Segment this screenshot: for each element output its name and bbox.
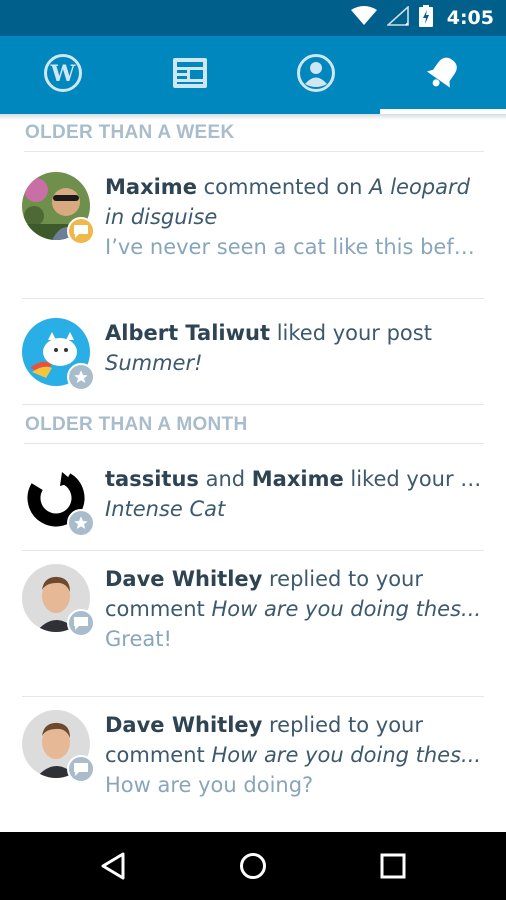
post-title: Intense Cat [105,497,226,521]
notification-item[interactable]: Albert Taliwut liked your post Summer! [22,318,484,405]
back-triangle-icon [101,852,125,880]
status-time: 4:05 [446,7,494,29]
section-header: OLDER THAN A WEEK [24,114,484,152]
actor-name: Dave Whitley [105,713,263,737]
reader-icon [172,57,208,93]
star-badge-icon [67,363,95,391]
comment-snippet: How are you doing? [105,773,314,797]
me-icon [296,53,336,97]
cell-signal-icon [385,5,409,30]
tab-reader[interactable] [127,36,254,114]
star-badge-icon [67,509,95,537]
notification-item[interactable]: Maxime commented on A leopard in disguis… [22,172,485,299]
comment-snippet: Great! [105,627,172,651]
comment-badge-icon [67,609,95,637]
post-title: Summer! [105,351,203,375]
status-bar: 4:05 [0,0,506,36]
comment-badge-icon [67,755,95,783]
notification-item[interactable]: Dave Whitley replied to your comment How… [22,564,484,697]
wordpress-icon: W [43,53,83,97]
actor-name: Dave Whitley [105,567,263,591]
notifications-bell-icon [423,53,463,97]
notifications-list[interactable]: OLDER THAN A WEEK Maxime commented on A … [0,114,506,832]
recents-button[interactable] [377,850,409,882]
notification-text: Dave Whitley replied to your comment How… [105,710,485,800]
home-button[interactable] [237,850,269,882]
comment-title: How are you doing thes... [211,597,482,621]
comment-title: How are you doing thes... [211,743,482,767]
notification-text: tassitus and Maxime liked your post Inte… [105,467,485,521]
notification-text: Albert Taliwut liked your post Summer! [105,321,432,375]
tab-me[interactable] [253,36,380,114]
home-circle-icon [240,853,266,879]
system-nav-bar [0,832,506,900]
battery-charging-icon [418,5,433,31]
notification-item[interactable]: Dave Whitley replied to your comment How… [22,710,484,832]
recents-square-icon [380,853,406,879]
actor-name: Maxime [251,467,344,491]
tab-notifications[interactable] [379,36,506,114]
section-header: OLDER THAN A MONTH [24,406,484,444]
comment-snippet: I’ve never seen a cat like this before! [105,235,485,259]
main-tab-bar: W [0,36,506,114]
notification-text: Maxime commented on A leopard in disguis… [105,172,485,262]
back-button[interactable] [97,850,129,882]
tab-my-sites[interactable]: W [0,36,127,114]
notification-item[interactable]: tassitus and Maxime liked your post Inte… [22,464,485,551]
comment-badge-icon [67,217,95,245]
actor-name: Maxime [105,175,197,199]
wifi-icon [350,6,377,30]
actor-name: tassitus [105,467,199,491]
notification-text: Dave Whitley replied to your comment How… [105,564,485,654]
actor-name: Albert Taliwut [105,321,271,345]
svg-text:W: W [50,61,76,87]
